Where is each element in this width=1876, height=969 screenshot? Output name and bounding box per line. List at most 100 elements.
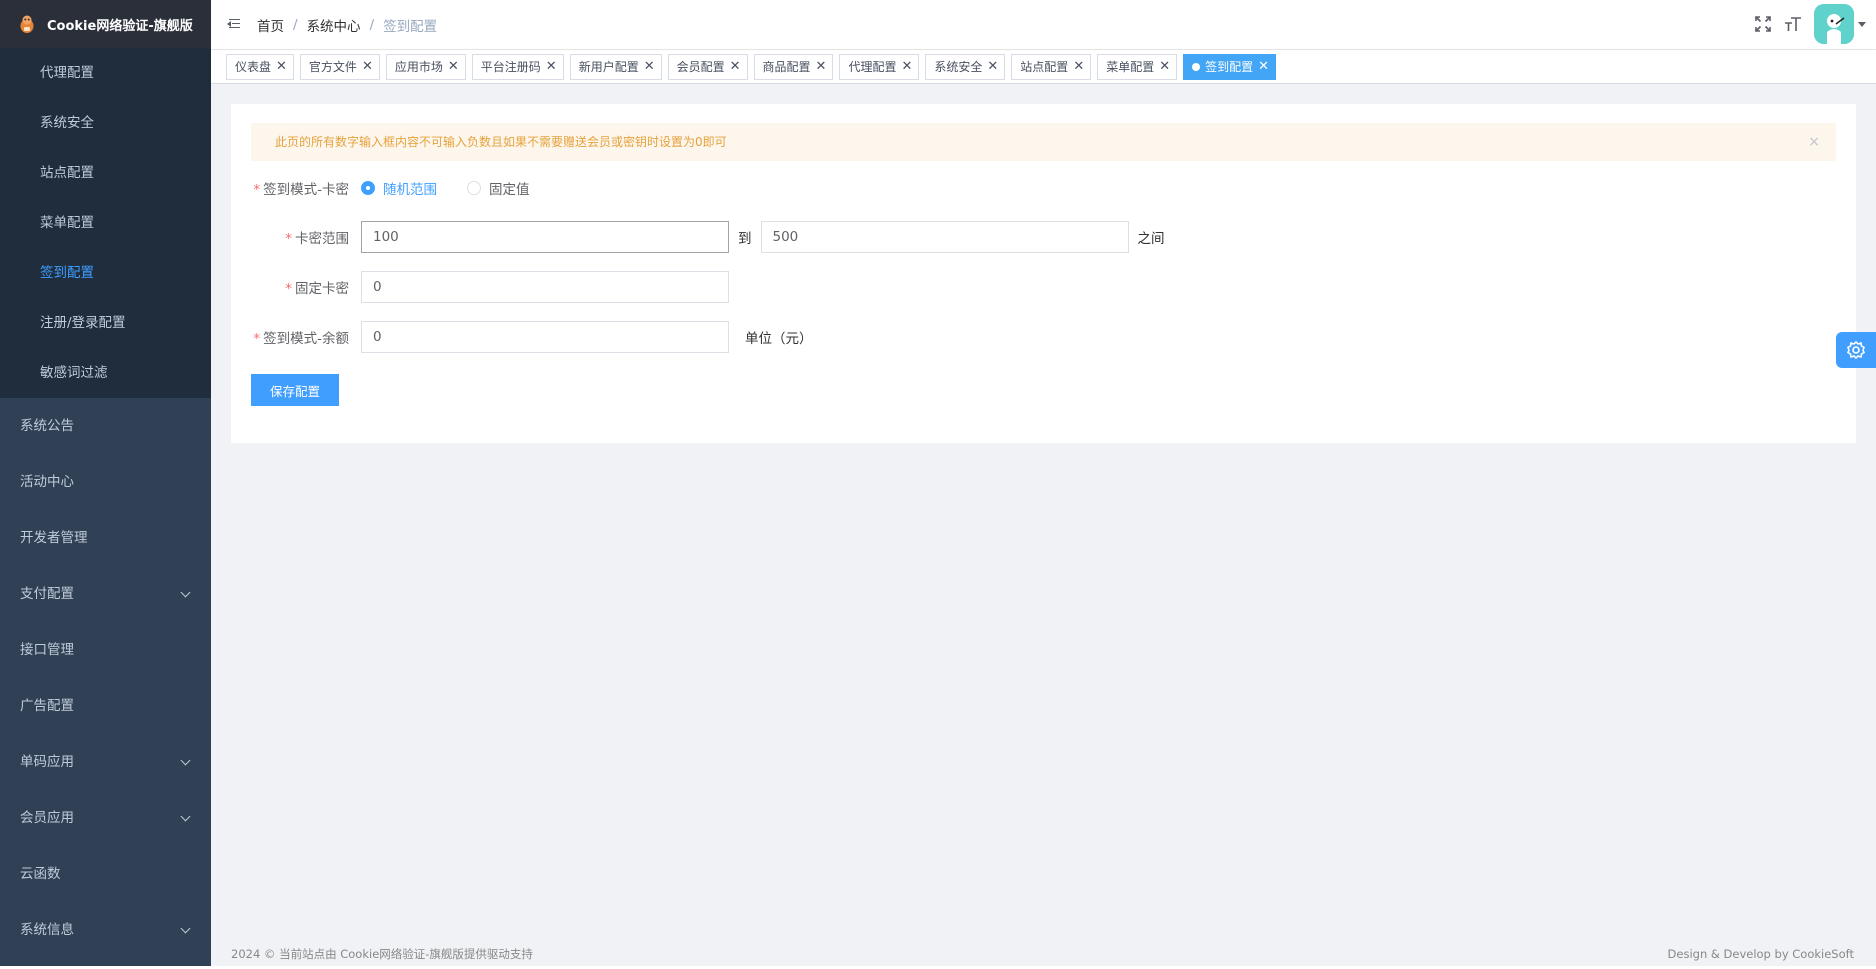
fullscreen-icon[interactable] bbox=[1754, 15, 1772, 33]
close-icon[interactable]: ✕ bbox=[730, 60, 741, 73]
sidebar-item-label: 单码应用 bbox=[20, 754, 74, 770]
active-dot-icon bbox=[1192, 62, 1201, 71]
breadcrumb-separator: / bbox=[369, 17, 375, 33]
sidebar-item-developer-management[interactable]: 开发者管理 bbox=[0, 510, 211, 566]
font-size-icon[interactable] bbox=[1784, 15, 1802, 33]
close-icon[interactable]: ✕ bbox=[644, 60, 655, 73]
required-mark: * bbox=[285, 281, 292, 297]
tab-proxy-config[interactable]: 代理配置 ✕ bbox=[839, 53, 920, 80]
tab-system-security[interactable]: 系统安全 ✕ bbox=[925, 53, 1006, 80]
tab-signin-config[interactable]: 签到配置 ✕ bbox=[1183, 53, 1277, 80]
sidebar-item-sensitive-filter[interactable]: 敏感词过滤 bbox=[0, 348, 211, 398]
fixed-card-row: * 固定卡密 bbox=[231, 271, 729, 303]
sidebar-item-announcement[interactable]: 系统公告 bbox=[0, 398, 211, 454]
sidebar-item-api-management[interactable]: 接口管理 bbox=[0, 622, 211, 678]
tags-view: 仪表盘 ✕ 官方文件 ✕ 应用市场 ✕ 平台注册码 ✕ 新用户配置 ✕ 会员配置 ✕ 商品配… bbox=[211, 50, 1876, 84]
required-mark: * bbox=[253, 331, 261, 347]
logo-bar[interactable]: Cookie网络验证-旗舰版 bbox=[0, 0, 211, 48]
close-icon[interactable]: ✕ bbox=[901, 60, 912, 73]
tab-label: 站点配置 bbox=[1020, 60, 1069, 74]
sidebar-item-label: 系统信息 bbox=[20, 922, 74, 938]
close-icon[interactable]: ✕ bbox=[1073, 60, 1084, 73]
tab-label: 签到配置 bbox=[1205, 60, 1254, 74]
range-max-input[interactable] bbox=[760, 221, 1129, 253]
gear-icon[interactable] bbox=[1836, 332, 1876, 368]
footer: 2024 © 当前站点由 Cookie网络验证-旗舰版提供驱动支持 Design… bbox=[231, 942, 1854, 966]
close-icon[interactable]: ✕ bbox=[546, 60, 557, 73]
tab-label: 菜单配置 bbox=[1106, 60, 1155, 74]
app-title: Cookie网络验证-旗舰版 bbox=[47, 18, 193, 34]
fixed-card-input[interactable] bbox=[361, 271, 729, 303]
avatar[interactable] bbox=[1814, 4, 1854, 44]
tab-label: 商品配置 bbox=[762, 60, 811, 74]
tab-dashboard[interactable]: 仪表盘 ✕ bbox=[226, 53, 294, 80]
sidebar-item-proxy-config[interactable]: 代理配置 bbox=[0, 48, 211, 98]
radio-circle bbox=[361, 181, 375, 195]
sidebar-item-signin-config[interactable]: 签到配置 bbox=[0, 248, 211, 298]
tab-new-user-config[interactable]: 新用户配置 ✕ bbox=[569, 53, 662, 80]
sidebar-item-label: 活动中心 bbox=[20, 474, 74, 490]
sidebar-item-label: 系统公告 bbox=[20, 418, 74, 434]
caret-down-icon[interactable] bbox=[1858, 21, 1866, 27]
label-text: 签到模式-余额 bbox=[263, 331, 349, 347]
sidebar-item-member-app[interactable]: 会员应用 bbox=[0, 790, 211, 846]
sidebar-item-label: 支付配置 bbox=[20, 586, 74, 602]
sidebar-item-system-security[interactable]: 系统安全 bbox=[0, 98, 211, 148]
tab-label: 会员配置 bbox=[676, 60, 725, 74]
alert-text: 此页的所有数字输入框内容不可输入负数且如果不需要赠送会员或密钥时设置为0即可 bbox=[275, 135, 727, 149]
tab-label: 仪表盘 bbox=[235, 60, 272, 74]
close-icon[interactable]: ✕ bbox=[1159, 60, 1170, 73]
tab-member-config[interactable]: 会员配置 ✕ bbox=[667, 53, 748, 80]
close-icon[interactable]: ✕ bbox=[448, 60, 459, 73]
balance-input[interactable] bbox=[361, 321, 729, 353]
sidebar-item-register-login-config[interactable]: 注册/登录配置 bbox=[0, 298, 211, 348]
balance-row: *签到模式-余额 单位（元） bbox=[231, 321, 822, 353]
tab-label: 系统安全 bbox=[934, 60, 983, 74]
close-icon[interactable]: ✕ bbox=[362, 60, 373, 73]
sidebar-item-label: 接口管理 bbox=[20, 642, 74, 658]
close-icon[interactable]: ✕ bbox=[987, 60, 998, 73]
tab-label: 应用市场 bbox=[394, 60, 443, 74]
close-icon[interactable]: ✕ bbox=[1258, 60, 1269, 73]
sidebar-item-payment-config[interactable]: 支付配置 bbox=[0, 566, 211, 622]
fixed-card-label: * 固定卡密 bbox=[231, 277, 361, 297]
tab-product-config[interactable]: 商品配置 ✕ bbox=[753, 53, 834, 80]
chevron-down-icon bbox=[180, 587, 191, 597]
card-range-row: *卡密范围 到 之间 bbox=[231, 221, 1174, 253]
tab-site-config[interactable]: 站点配置 ✕ bbox=[1011, 53, 1092, 80]
label-text: 卡密范围 bbox=[295, 231, 349, 247]
required-mark: * bbox=[253, 182, 261, 198]
breadcrumb-system-center[interactable]: 系统中心 bbox=[307, 15, 361, 35]
radio-circle bbox=[467, 181, 481, 195]
radio-label: 随机范围 bbox=[383, 182, 437, 198]
radio-fixed-value[interactable]: 固定值 bbox=[467, 178, 530, 198]
fold-menu-icon[interactable] bbox=[227, 17, 241, 31]
range-between-text: 之间 bbox=[1137, 231, 1165, 247]
save-config-button[interactable]: 保存配置 bbox=[251, 374, 339, 406]
sidebar-item-system-info[interactable]: 系统信息 bbox=[0, 902, 211, 958]
sidebar-item-site-config[interactable]: 站点配置 bbox=[0, 148, 211, 198]
sidebar-item-cloud-function[interactable]: 云函数 bbox=[0, 846, 211, 902]
sidebar-item-label: 会员应用 bbox=[20, 810, 74, 826]
close-icon[interactable]: ✕ bbox=[276, 60, 287, 73]
tab-platform-reg-code[interactable]: 平台注册码 ✕ bbox=[471, 53, 564, 80]
sidebar-item-ad-config[interactable]: 广告配置 bbox=[0, 678, 211, 734]
sidebar-item-menu-config[interactable]: 菜单配置 bbox=[0, 198, 211, 248]
sidebar-item-label: 广告配置 bbox=[20, 698, 74, 714]
tab-label: 代理配置 bbox=[848, 60, 897, 74]
tab-app-market[interactable]: 应用市场 ✕ bbox=[385, 53, 466, 80]
breadcrumb: 首页 / 系统中心 / 签到配置 bbox=[257, 15, 437, 35]
chevron-down-icon bbox=[180, 811, 191, 821]
balance-unit-text: 单位（元） bbox=[745, 331, 813, 347]
breadcrumb-home[interactable]: 首页 bbox=[257, 15, 284, 35]
sidebar-item-activity-center[interactable]: 活动中心 bbox=[0, 454, 211, 510]
tab-menu-config[interactable]: 菜单配置 ✕ bbox=[1097, 53, 1178, 80]
radio-random-range[interactable]: 随机范围 bbox=[361, 178, 437, 198]
range-min-input[interactable] bbox=[361, 221, 729, 253]
close-icon[interactable]: × bbox=[1808, 123, 1820, 161]
close-icon[interactable]: ✕ bbox=[816, 60, 827, 73]
breadcrumb-separator: / bbox=[293, 17, 298, 33]
navbar-actions bbox=[1754, 4, 1866, 44]
sidebar-item-single-code-app[interactable]: 单码应用 bbox=[0, 734, 211, 790]
tab-official-files[interactable]: 官方文件 ✕ bbox=[299, 53, 380, 80]
